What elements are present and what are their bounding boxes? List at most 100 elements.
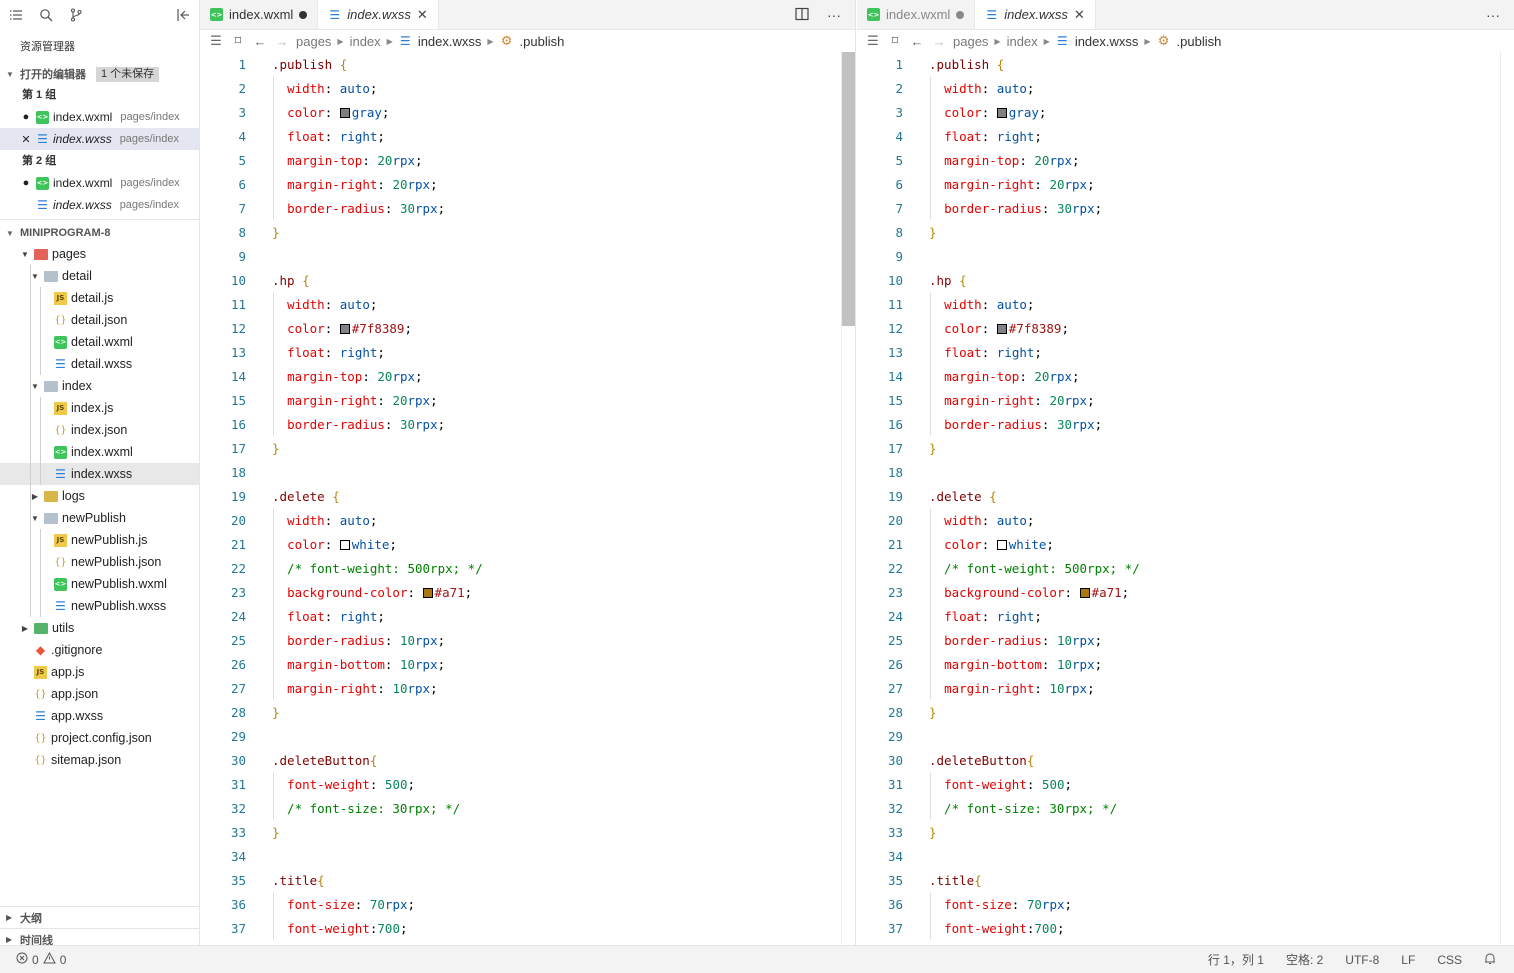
code-line[interactable]: 26 margin-bottom: 10rpx; — [857, 652, 1500, 676]
breadcrumb-item[interactable]: .publish — [520, 34, 565, 49]
breadcrumb-item[interactable]: pages — [953, 34, 988, 49]
code-line[interactable]: 18 — [857, 460, 1500, 484]
search-icon[interactable] — [38, 7, 54, 23]
code-line[interactable]: 13 float: right; — [857, 340, 1500, 364]
code-line[interactable]: 30 .deleteButton{ — [857, 748, 1500, 772]
color-swatch[interactable] — [339, 539, 350, 550]
code-line[interactable]: 4 float: right; — [200, 124, 841, 148]
bookmark-icon[interactable]: ⌑ — [887, 33, 903, 49]
code-line[interactable]: 21 color: white; — [200, 532, 841, 556]
code-line[interactable]: 24 float: right; — [857, 604, 1500, 628]
breadcrumb-item[interactable]: pages — [296, 34, 331, 49]
outline-list-icon[interactable]: ☰ — [208, 33, 224, 49]
tree-item[interactable]: {} index.json — [0, 419, 199, 441]
chevron-right-icon[interactable]: ▶ — [20, 624, 30, 633]
tree-item[interactable]: JS app.js — [0, 661, 199, 683]
notification-bell-icon[interactable] — [1484, 952, 1496, 968]
breadcrumb-item[interactable]: .publish — [1177, 34, 1222, 49]
code-area[interactable]: 1 .publish {2 width: auto; 3 color: gray; 4… — [200, 52, 841, 940]
color-swatch[interactable] — [422, 587, 433, 598]
tree-item[interactable]: ▼ newPublish — [0, 507, 199, 529]
code-line[interactable]: 22 /* font-weight: 500rpx; */ — [857, 556, 1500, 580]
end-of-line[interactable]: LF — [1401, 953, 1415, 967]
close-icon[interactable]: ✕ — [20, 133, 32, 146]
code-line[interactable]: 33} — [857, 820, 1500, 844]
code-line[interactable]: 6 margin-right: 20rpx; — [857, 172, 1500, 196]
code-line[interactable]: 10 .hp { — [857, 268, 1500, 292]
code-line[interactable]: 7 border-radius: 30rpx; — [200, 196, 841, 220]
code-line[interactable]: 17} — [857, 436, 1500, 460]
code-line[interactable]: 15 margin-right: 20rpx; — [200, 388, 841, 412]
tab-index-wxml[interactable]: <> index.wxml — [200, 0, 319, 29]
chevron-down-icon[interactable]: ▼ — [30, 382, 40, 391]
code-line[interactable]: 20 width: auto; — [200, 508, 841, 532]
code-line[interactable]: 32 /* font-size: 30rpx; */ — [200, 796, 841, 820]
back-arrow-icon[interactable]: ← — [909, 34, 925, 49]
code-line[interactable]: 2 width: auto; — [200, 76, 841, 100]
code-line[interactable]: 8} — [857, 220, 1500, 244]
code-line[interactable]: 12 color: #7f8389; — [200, 316, 841, 340]
tree-item[interactable]: ▶ logs — [0, 485, 199, 507]
code-line[interactable]: 30 .deleteButton{ — [200, 748, 841, 772]
tree-item[interactable]: <> index.wxml — [0, 441, 199, 463]
back-arrow-icon[interactable]: ← — [252, 34, 268, 49]
source-control-icon[interactable] — [68, 7, 84, 23]
tree-item[interactable]: <> detail.wxml — [0, 331, 199, 353]
code-line[interactable]: 35 .title{ — [200, 868, 841, 892]
code-line[interactable]: 9 — [200, 244, 841, 268]
code-line[interactable]: 29 — [857, 724, 1500, 748]
code-line[interactable]: 23 background-color: #a71; — [857, 580, 1500, 604]
tree-item[interactable]: ☰ newPublish.wxss — [0, 595, 199, 617]
code-line[interactable]: 2 width: auto; — [857, 76, 1500, 100]
project-header[interactable]: ▼ MINIPROGRAM-8 — [0, 223, 199, 243]
tree-item[interactable]: ☰ index.wxss — [0, 463, 199, 485]
code-line[interactable]: 5 margin-top: 20rpx; — [200, 148, 841, 172]
open-editors-header[interactable]: ▼ 打开的编辑器 1 个未保存 — [0, 64, 199, 84]
unsaved-dot-icon[interactable] — [956, 10, 965, 19]
tree-item[interactable]: ☰ detail.wxss — [0, 353, 199, 375]
breadcrumb-item[interactable]: index — [350, 34, 381, 49]
open-editor-item[interactable]: ● <> index.wxml pages/index — [0, 172, 199, 194]
unsaved-dot-icon[interactable] — [299, 10, 308, 19]
tree-item[interactable]: ▶ utils — [0, 617, 199, 639]
code-line[interactable]: 31 font-weight: 500; — [200, 772, 841, 796]
code-line[interactable]: 13 float: right; — [200, 340, 841, 364]
code-line[interactable]: 9 — [857, 244, 1500, 268]
color-swatch[interactable] — [996, 107, 1007, 118]
cursor-position[interactable]: 行 1，列 1 — [1208, 951, 1264, 968]
code-line[interactable]: 36 font-size: 70rpx; — [857, 892, 1500, 916]
close-icon[interactable]: ✕ — [417, 7, 428, 23]
code-line[interactable]: 11 width: auto; — [857, 292, 1500, 316]
breadcrumb-item[interactable]: index.wxss — [1075, 34, 1139, 49]
color-swatch[interactable] — [996, 539, 1007, 550]
code-line[interactable]: 34 — [200, 844, 841, 868]
breadcrumb-item[interactable]: index.wxss — [418, 34, 482, 49]
code-line[interactable]: 19 .delete { — [857, 484, 1500, 508]
code-line[interactable]: 25 border-radius: 10rpx; — [857, 628, 1500, 652]
code-line[interactable]: 27 margin-right: 10rpx; — [200, 676, 841, 700]
code-line[interactable]: 28} — [857, 700, 1500, 724]
code-line[interactable]: 37 font-weight:700; — [857, 916, 1500, 940]
tree-item[interactable]: {} sitemap.json — [0, 749, 199, 771]
code-line[interactable]: 36 font-size: 70rpx; — [200, 892, 841, 916]
tree-item[interactable]: ▼ index — [0, 375, 199, 397]
color-swatch[interactable] — [996, 323, 1007, 334]
code-line[interactable]: 15 margin-right: 20rpx; — [857, 388, 1500, 412]
code-line[interactable]: 10 .hp { — [200, 268, 841, 292]
code-line[interactable]: 19 .delete { — [200, 484, 841, 508]
code-line[interactable]: 14 margin-top: 20rpx; — [857, 364, 1500, 388]
code-line[interactable]: 20 width: auto; — [857, 508, 1500, 532]
code-line[interactable]: 11 width: auto; — [200, 292, 841, 316]
code-line[interactable]: 1 .publish { — [200, 52, 841, 76]
code-area[interactable]: 1 .publish {2 width: auto; 3 color: gray; 4… — [857, 52, 1500, 940]
tree-item[interactable]: ◆ .gitignore — [0, 639, 199, 661]
code-line[interactable]: 3 color: gray; — [857, 100, 1500, 124]
more-actions-icon[interactable]: ··· — [827, 7, 841, 23]
code-line[interactable]: 29 — [200, 724, 841, 748]
tree-item[interactable]: ▼ detail — [0, 265, 199, 287]
code-line[interactable]: 27 margin-right: 10rpx; — [857, 676, 1500, 700]
tree-item[interactable]: {} app.json — [0, 683, 199, 705]
breadcrumb-item[interactable]: index — [1007, 34, 1038, 49]
tree-item[interactable]: {} newPublish.json — [0, 551, 199, 573]
tree-item[interactable]: ☰ app.wxss — [0, 705, 199, 727]
